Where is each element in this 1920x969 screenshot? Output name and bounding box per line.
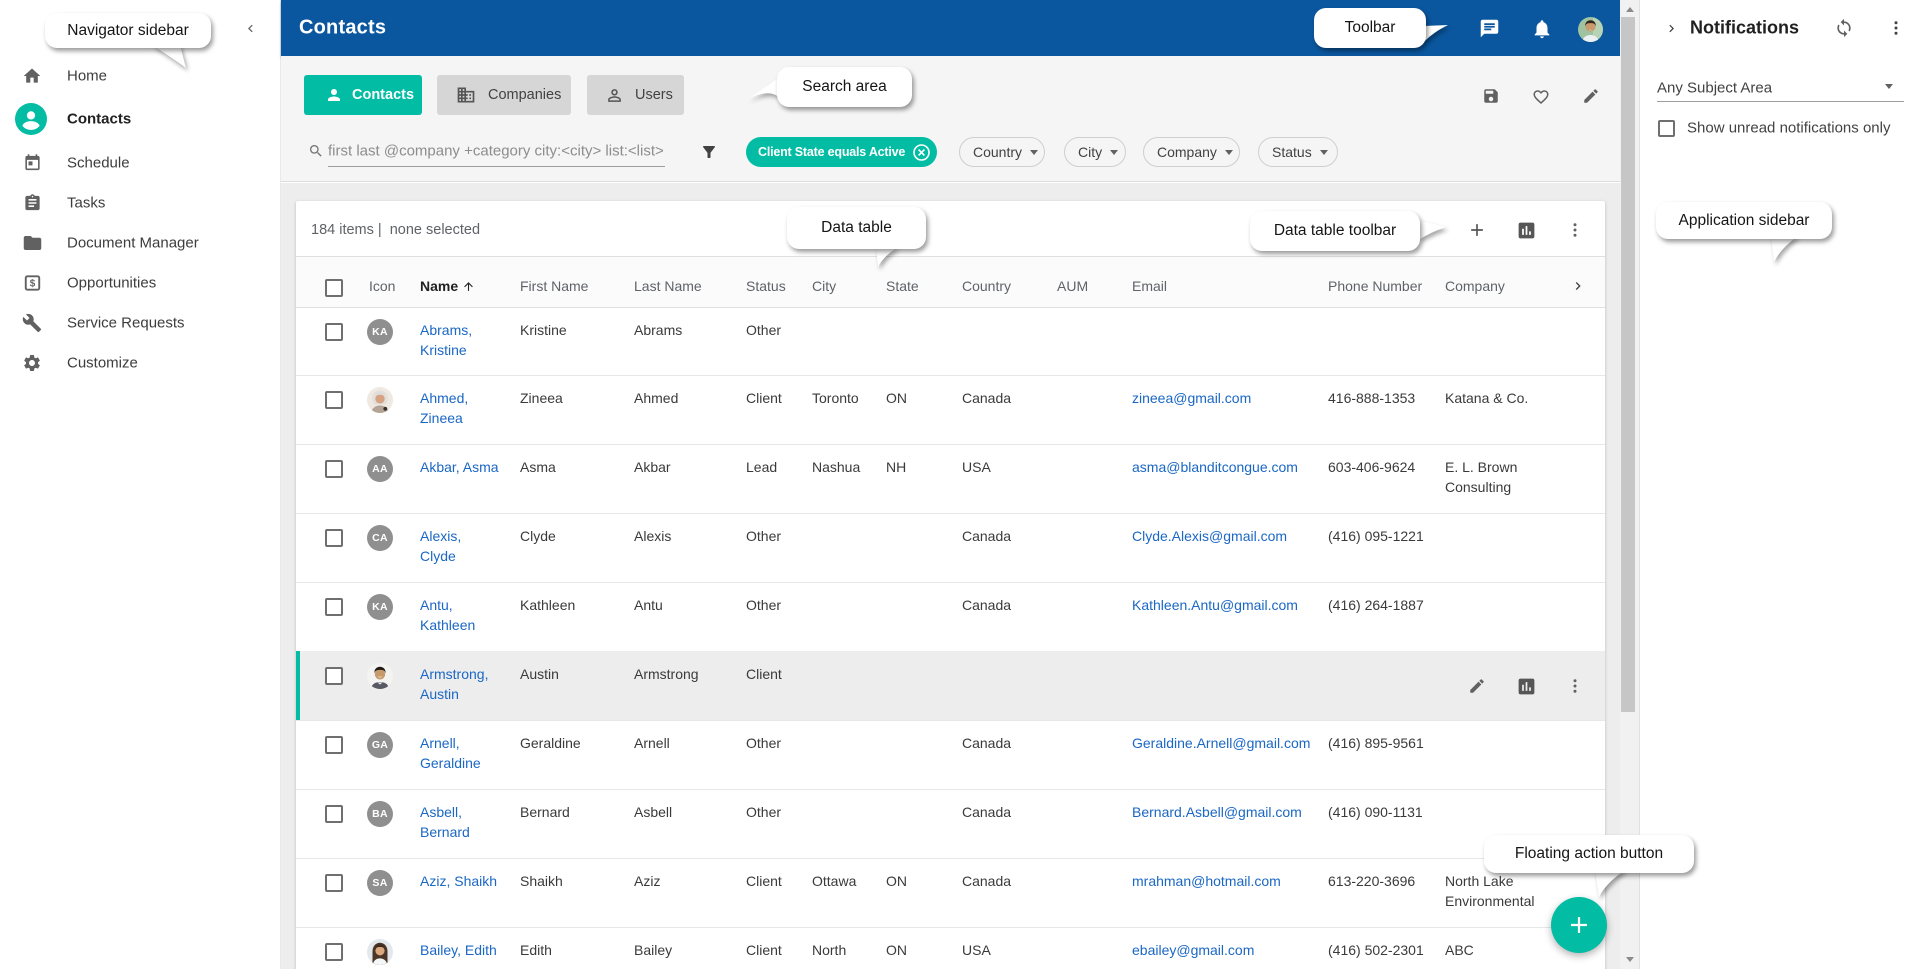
svg-text:$: $ [30,279,36,290]
